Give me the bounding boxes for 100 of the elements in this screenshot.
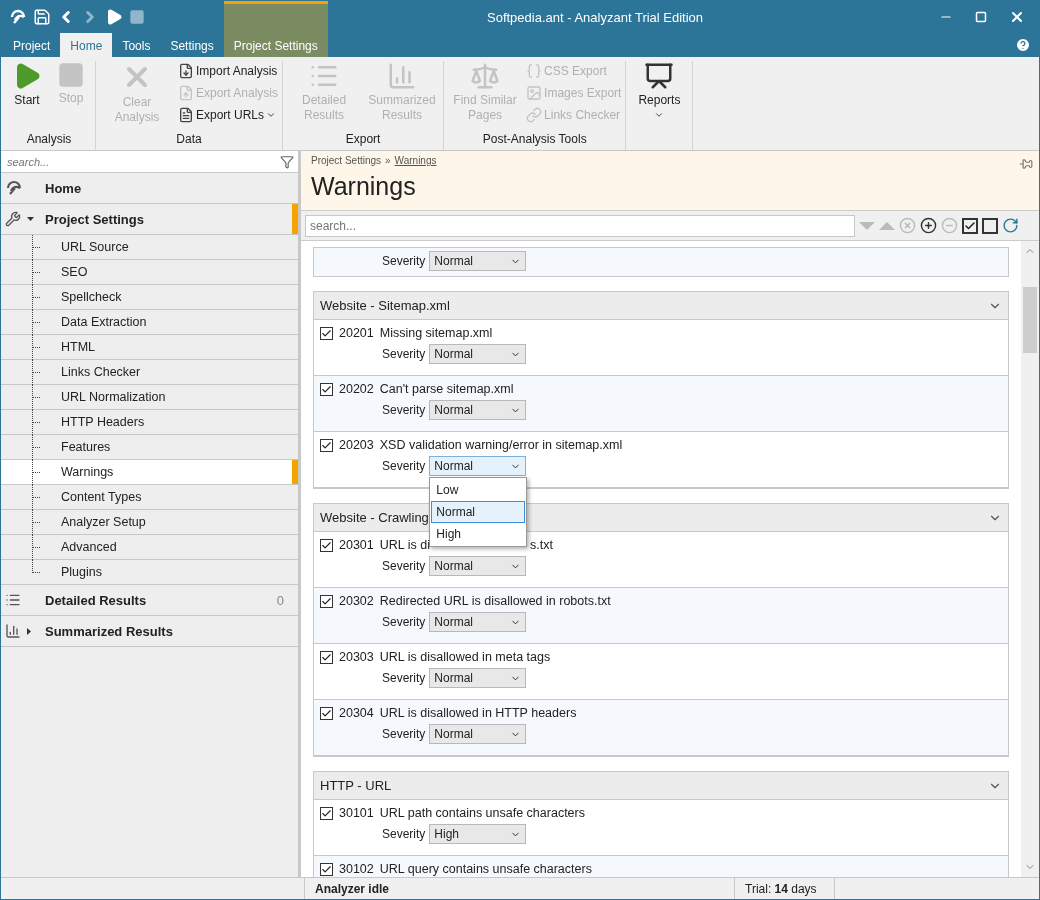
search-input[interactable]: search... — [5, 154, 245, 169]
wrench-icon — [5, 211, 21, 227]
field-label: Severity — [382, 459, 426, 473]
warning-code: 20303 — [339, 650, 374, 664]
nav-item[interactable]: Warnings — [1, 460, 298, 485]
ribbon-tab[interactable]: Project Settings — [223, 1, 328, 57]
checkbox[interactable] — [320, 538, 333, 552]
braces-icon — [526, 62, 543, 79]
field-label: Severity — [382, 254, 426, 268]
severity-dropdown[interactable]: Normal — [429, 400, 527, 420]
checkbox[interactable] — [320, 382, 333, 396]
breadcrumb-link[interactable]: Warnings — [394, 155, 437, 166]
menu-option[interactable]: Normal — [431, 501, 526, 523]
warning-label: s.txt — [530, 538, 553, 552]
app-logo-icon — [5, 180, 23, 196]
selection-accent — [292, 460, 298, 484]
refresh-icon[interactable] — [1002, 217, 1019, 234]
warning-code: 20201 — [339, 326, 374, 340]
nav-item[interactable]: Analyzer Setup — [1, 510, 298, 535]
ribbon-tab[interactable]: Settings — [160, 33, 224, 57]
pin-icon[interactable] — [1019, 157, 1033, 171]
checkbox[interactable] — [320, 862, 333, 876]
warning-code: 20302 — [339, 594, 374, 608]
section-header[interactable]: Website - Sitemap.xml — [314, 292, 1008, 320]
warning-label: URL query contains unsafe characters — [379, 862, 592, 876]
close-icon[interactable] — [1009, 9, 1025, 25]
section-header[interactable]: HTTP - URL — [314, 772, 1008, 800]
severity-dropdown[interactable]: Normal — [429, 724, 527, 744]
selection-accent — [292, 204, 298, 234]
filter-icon[interactable] — [280, 154, 294, 169]
severity-dropdown[interactable]: Normal — [429, 556, 527, 576]
severity-dropdown[interactable]: Normal — [429, 668, 527, 688]
document-icon — [178, 106, 194, 123]
ribbon-button[interactable]: Export URLs — [178, 105, 279, 124]
warning-code: 20304 — [339, 706, 374, 720]
checkbox[interactable] — [320, 438, 333, 452]
bar-chart-icon — [5, 623, 21, 639]
collapsed-caret-icon[interactable] — [27, 627, 31, 635]
warning-label: Redirected URL is disallowed in robots.txt — [379, 594, 611, 608]
link-icon — [526, 106, 543, 123]
warning-code: 30101 — [339, 806, 374, 820]
nav-item[interactable]: Plugins — [1, 560, 298, 585]
field-label: Severity — [382, 727, 426, 741]
chart-board-icon — [644, 61, 675, 91]
severity-dropdown[interactable]: Normal — [429, 344, 527, 364]
checkbox[interactable] — [320, 650, 333, 664]
check-all-icon[interactable] — [962, 217, 978, 234]
nav-item[interactable]: Spellcheck — [1, 285, 298, 310]
scale-icon — [470, 61, 501, 91]
play-icon[interactable] — [105, 8, 123, 26]
search-field[interactable]: search... — [1, 151, 298, 173]
nav-item[interactable]: Project Settings — [1, 204, 298, 235]
ribbon-tab[interactable]: Home — [60, 33, 113, 57]
severity-dropdown[interactable]: Normal — [429, 251, 527, 271]
window-title: Softpedia.ant - Analyzant Trial Edition — [487, 9, 705, 25]
nav-item[interactable]: SEO — [1, 260, 298, 285]
severity-dropdown[interactable]: High — [429, 824, 527, 844]
nav-item[interactable]: URL Normalization — [1, 385, 298, 410]
nav-item[interactable]: HTTP Headers — [1, 410, 298, 435]
nav-item[interactable]: HTML — [1, 335, 298, 360]
help-icon[interactable] — [1015, 37, 1031, 53]
search-field[interactable]: search... — [305, 214, 855, 237]
checkbox[interactable] — [320, 806, 333, 820]
field-label: Severity — [382, 615, 426, 629]
save-icon[interactable] — [33, 8, 51, 26]
warning-code: 20202 — [339, 382, 374, 396]
ribbon-tab[interactable]: Tools — [112, 33, 161, 57]
checkbox[interactable] — [320, 706, 333, 720]
checkbox[interactable] — [320, 594, 333, 608]
nav-item[interactable]: Links Checker — [1, 360, 298, 385]
warning-label: Missing sitemap.xml — [379, 326, 493, 340]
nav-item[interactable]: URL Source — [1, 235, 298, 260]
nav-item[interactable]: Advanced — [1, 535, 298, 560]
stop-icon — [57, 61, 85, 89]
severity-dropdown[interactable]: Normal — [429, 612, 527, 632]
uncheck-all-icon[interactable] — [982, 217, 998, 234]
image-icon — [526, 84, 543, 101]
maximize-icon[interactable] — [975, 11, 987, 23]
scrollbar-thumb[interactable] — [1023, 287, 1037, 353]
nav-item[interactable]: Features — [1, 435, 298, 460]
group-label: Data — [175, 132, 203, 148]
field-label: Severity — [382, 559, 426, 573]
ribbon-tab[interactable]: Project — [3, 33, 61, 57]
expand-all-icon[interactable] — [920, 217, 937, 234]
warning-label: Can't parse sitemap.xml — [379, 382, 514, 396]
warning-label: URL is disallowed in meta tags — [379, 650, 551, 664]
nav-item[interactable]: Content Types — [1, 485, 298, 510]
checkbox[interactable] — [320, 326, 333, 340]
scrollbar[interactable] — [1021, 241, 1039, 877]
group-label: Export — [344, 132, 382, 148]
severity-dropdown[interactable]: Normal — [429, 456, 527, 476]
expanded-caret-icon[interactable] — [27, 217, 34, 221]
document-icon — [178, 84, 194, 101]
ribbon-button[interactable]: Start — [7, 61, 47, 132]
ribbon-button[interactable]: Reports — [630, 61, 689, 146]
warning-code: 20203 — [339, 438, 374, 452]
trial-text: Trial: 14 days — [734, 878, 834, 899]
group-label: Analysis — [25, 132, 73, 148]
ribbon-button[interactable]: Import Analysis — [178, 61, 279, 80]
nav-item[interactable]: Data Extraction — [1, 310, 298, 335]
